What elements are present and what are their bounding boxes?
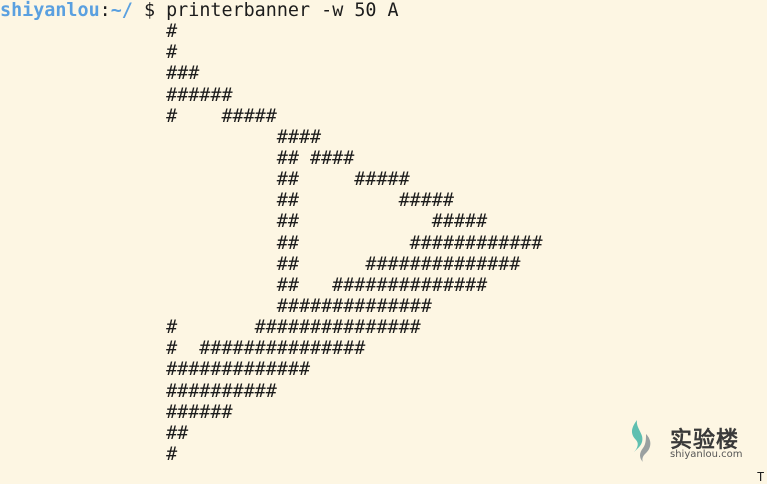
- output-line: ####: [0, 126, 322, 148]
- prompt-path: ~/: [110, 0, 133, 21]
- terminal-output: # # ### ###### # ##### #### ## #### ## #…: [0, 21, 767, 465]
- prompt-colon: :: [99, 0, 111, 21]
- output-line: ## ##############: [0, 274, 488, 296]
- output-line: ## ############: [0, 232, 543, 254]
- output-line: # #####: [0, 105, 277, 127]
- output-line: ## #####: [0, 211, 488, 233]
- terminal-window[interactable]: shiyanlou:~/ $ printerbanner -w 50 A # #…: [0, 0, 767, 482]
- output-line: ## ##############: [0, 253, 521, 275]
- prompt-symbol: $: [132, 0, 167, 21]
- output-line: #: [0, 42, 178, 64]
- output-line: ## ####: [0, 147, 355, 169]
- output-line: ######: [0, 84, 233, 106]
- prompt-line: shiyanlou:~/ $ printerbanner -w 50 A: [0, 0, 767, 21]
- prompt-user: shiyanlou: [0, 0, 100, 21]
- output-line: # ###############: [0, 317, 421, 339]
- output-line: ## #####: [0, 190, 454, 212]
- output-line: ##############: [0, 295, 432, 317]
- output-line: #: [0, 21, 178, 43]
- output-line: # ###############: [0, 338, 366, 360]
- command-text: printerbanner -w 50 A: [166, 0, 399, 21]
- output-line: ##########: [0, 380, 277, 402]
- watermark-url: shiyanlou.com: [670, 449, 743, 460]
- output-line: ## #####: [0, 169, 410, 191]
- shiyanlou-logo-icon: [631, 420, 651, 462]
- shiyanlou-watermark: 实验楼 shiyanlou.com: [628, 418, 758, 464]
- output-line: ###: [0, 63, 200, 85]
- output-line: #############: [0, 359, 311, 381]
